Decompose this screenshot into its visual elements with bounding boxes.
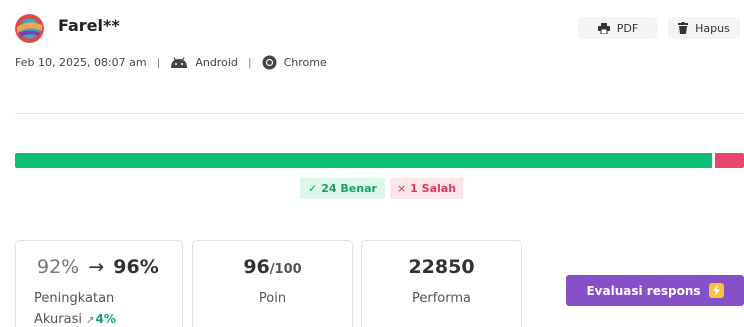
evaluate-response-button[interactable]: Evaluasi respons [566,275,744,306]
meta-separator: | [247,55,252,69]
points-label: Poin [258,291,287,306]
pdf-button-label: PDF [616,21,639,35]
trend-up-icon: ↗ [86,315,95,326]
wrong-progress-bar [715,153,744,168]
correct-count-label: 24 Benar [321,182,377,195]
points-max: /100 [269,262,302,277]
result-page: Farel** Feb 10, 2025, 08:07 am | Android… [0,0,744,327]
chrome-icon [262,55,277,69]
meta-separator: | [156,55,161,69]
accuracy-label-line1: Peningkatan [34,291,115,306]
section-divider [15,113,744,114]
performance-label: Performa [412,291,471,306]
points-value: 96/100 [193,256,352,278]
delete-button[interactable]: Hapus [668,17,740,39]
android-icon [171,56,188,68]
correct-progress-bar [15,153,712,168]
correct-count-badge: ✓ 24 Benar [300,178,385,199]
performance-value: 22850 [408,256,475,278]
accuracy-delta-value: 4% [95,312,116,326]
delete-button-label: Hapus [695,21,730,35]
wrong-count-label: 1 Salah [410,182,457,195]
student-name: Farel** [58,16,120,35]
accuracy-to: 96% [113,256,159,278]
trash-icon [678,22,689,34]
session-meta: Feb 10, 2025, 08:07 am | Android | Chrom… [15,53,327,71]
accuracy-label-text: Akurasi [34,312,82,327]
points-score: 96 [243,256,270,278]
cross-icon: × [396,182,407,195]
wrong-count-badge: × 1 Salah [390,178,463,199]
accuracy-delta: ↗4% [86,312,116,326]
browser-name: Chrome [283,55,327,69]
points-card: 96/100 Poin [192,240,353,327]
printer-icon [597,22,610,34]
avatar [15,14,44,43]
accuracy-change: 92% → 96% [37,256,159,278]
session-date: Feb 10, 2025, 08:07 am [15,55,147,69]
pdf-button[interactable]: PDF [578,17,658,39]
check-icon: ✓ [308,182,318,195]
accuracy-label: Peningkatan Akurasi ↗4% [34,288,116,327]
accuracy-card: 92% → 96% Peningkatan Akurasi ↗4% [15,240,183,327]
os-name: Android [195,55,238,69]
lightning-icon [708,283,724,298]
accuracy-label-line2: Akurasi ↗4% [34,309,116,327]
accuracy-from: 92% [37,256,80,278]
performance-card: 22850 Performa [361,240,522,327]
right-arrow-icon: → [88,256,105,278]
planet-avatar-icon [15,14,44,43]
evaluate-response-label: Evaluasi respons [586,283,701,298]
